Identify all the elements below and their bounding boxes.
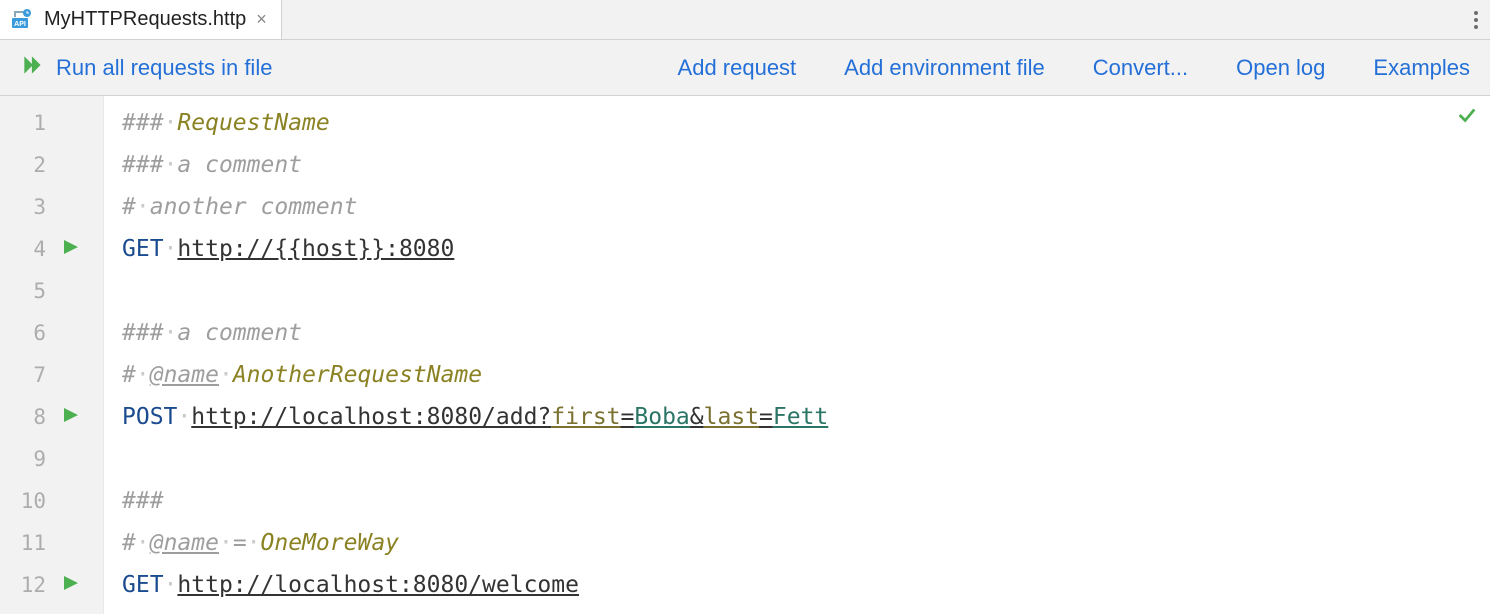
file-tab[interactable]: API MyHTTPRequests.http × bbox=[0, 0, 282, 39]
line-number: 6 bbox=[18, 321, 46, 345]
inspection-ok-icon[interactable] bbox=[1456, 104, 1478, 131]
line-number: 7 bbox=[18, 363, 46, 387]
run-all-icon[interactable] bbox=[20, 52, 46, 83]
editor: 1 2 3 4 5 6 7 8 9 10 11 12 ###·RequestNa… bbox=[0, 96, 1490, 614]
line-number: 12 bbox=[18, 573, 46, 597]
code-line: ###·RequestName bbox=[122, 102, 1490, 144]
kebab-menu-icon[interactable] bbox=[1474, 11, 1478, 29]
api-file-icon: API bbox=[12, 9, 34, 31]
code-line: ###·a comment bbox=[122, 312, 1490, 354]
run-request-icon[interactable] bbox=[64, 408, 78, 427]
svg-text:API: API bbox=[14, 21, 26, 28]
code-area[interactable]: ###·RequestName ###·a comment #·another … bbox=[104, 96, 1490, 614]
code-line: ### bbox=[122, 480, 1490, 522]
examples-link[interactable]: Examples bbox=[1373, 55, 1470, 81]
convert-link[interactable]: Convert... bbox=[1093, 55, 1188, 81]
code-line: ###·a comment bbox=[122, 144, 1490, 186]
open-log-link[interactable]: Open log bbox=[1236, 55, 1325, 81]
add-request-link[interactable]: Add request bbox=[678, 55, 797, 81]
code-line: POST·http://localhost:8080/add?first=Bob… bbox=[122, 396, 1490, 438]
close-icon[interactable]: × bbox=[256, 9, 267, 30]
run-request-icon[interactable] bbox=[64, 240, 78, 259]
run-all-link[interactable]: Run all requests in file bbox=[56, 55, 272, 81]
line-number: 8 bbox=[18, 405, 46, 429]
run-request-icon[interactable] bbox=[64, 576, 78, 595]
toolbar: Run all requests in file Add request Add… bbox=[0, 40, 1490, 96]
line-number: 5 bbox=[18, 279, 46, 303]
code-line: #·another comment bbox=[122, 186, 1490, 228]
line-number: 1 bbox=[18, 111, 46, 135]
tab-bar: API MyHTTPRequests.http × bbox=[0, 0, 1490, 40]
line-number: 10 bbox=[18, 489, 46, 513]
line-number: 11 bbox=[18, 531, 46, 555]
code-line bbox=[122, 270, 1490, 312]
gutter: 1 2 3 4 5 6 7 8 9 10 11 12 bbox=[0, 96, 104, 614]
code-line: GET·http://localhost:8080/welcome bbox=[122, 564, 1490, 606]
line-number: 4 bbox=[18, 237, 46, 261]
add-env-link[interactable]: Add environment file bbox=[844, 55, 1045, 81]
tab-filename: MyHTTPRequests.http bbox=[44, 8, 246, 31]
code-line: #·@name·AnotherRequestName bbox=[122, 354, 1490, 396]
code-line: #·@name·=·OneMoreWay bbox=[122, 522, 1490, 564]
line-number: 9 bbox=[18, 447, 46, 471]
line-number: 3 bbox=[18, 195, 46, 219]
line-number: 2 bbox=[18, 153, 46, 177]
code-line bbox=[122, 438, 1490, 480]
code-line: GET·http://{{host}}:8080 bbox=[122, 228, 1490, 270]
